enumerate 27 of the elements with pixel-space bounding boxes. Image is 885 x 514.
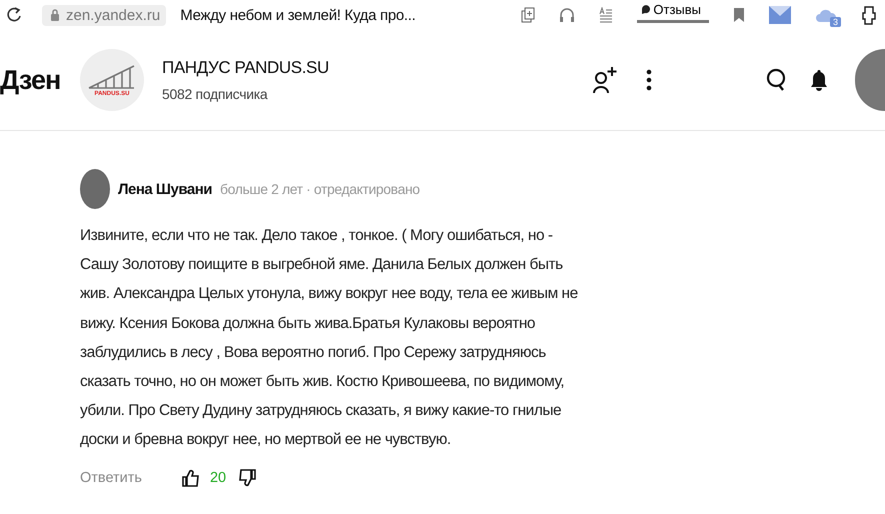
address-text: zen.yandex.ru bbox=[66, 6, 160, 24]
like-count: 20 bbox=[210, 470, 226, 486]
mail-count-badge: 3 bbox=[830, 17, 841, 27]
channel-name[interactable]: ПАНДУС PANDUS.SU bbox=[162, 58, 592, 78]
reload-icon[interactable] bbox=[6, 6, 22, 24]
reader-icon[interactable] bbox=[599, 7, 614, 23]
reply-link[interactable]: Ответить bbox=[80, 470, 142, 486]
more-icon[interactable] bbox=[646, 69, 652, 91]
thumbs-down-icon[interactable] bbox=[238, 468, 256, 487]
add-user-icon[interactable] bbox=[592, 66, 618, 94]
address-bar[interactable]: zen.yandex.ru bbox=[42, 4, 166, 26]
headphones-icon[interactable] bbox=[559, 7, 576, 23]
author-name[interactable]: Лена Шувани bbox=[118, 180, 212, 198]
zen-logo[interactable]: Дзен bbox=[0, 64, 80, 96]
page-title: Между небом и землей! Куда про... bbox=[180, 6, 416, 24]
ramp-drawing bbox=[88, 64, 136, 90]
reviews-button[interactable]: Отзывы bbox=[637, 2, 709, 22]
lock-icon bbox=[50, 8, 60, 22]
comment-meta: больше 2 лет · отредактировано bbox=[220, 181, 420, 197]
bell-icon[interactable] bbox=[810, 69, 828, 91]
thumbs-up-icon[interactable] bbox=[182, 468, 200, 487]
search-icon[interactable] bbox=[766, 68, 788, 92]
subscriber-count: 5082 подписчика bbox=[162, 86, 269, 102]
comment-text: Извините, если что не так. Дело такое , тонкое. ( Могу ошибаться, но - Сашу Золотову поищите в выгребной яме. Данила Белых должен быть жив. Александра Целых утонула, вижу вокруг нее воду, тела ее живым не вижу. Ксения Бокова должна быть жива.Братья Кулаковы вероятно заблудились в лесу , Вова вероятно погиб. Про Сережу затрудняюсь сказать точно, но он может быть жив. Костю Кривошеева, по видимому, убили. Про Свету Дудину затрудняюсь сказать, я вижу какие-то гнилые доски и бревна вокруг нее, но мертвой ее не чувствую. bbox=[80, 226, 579, 450]
chat-bubble-icon bbox=[641, 4, 652, 14]
copy-icon[interactable] bbox=[521, 7, 536, 23]
bookmark-icon[interactable] bbox=[733, 7, 745, 23]
